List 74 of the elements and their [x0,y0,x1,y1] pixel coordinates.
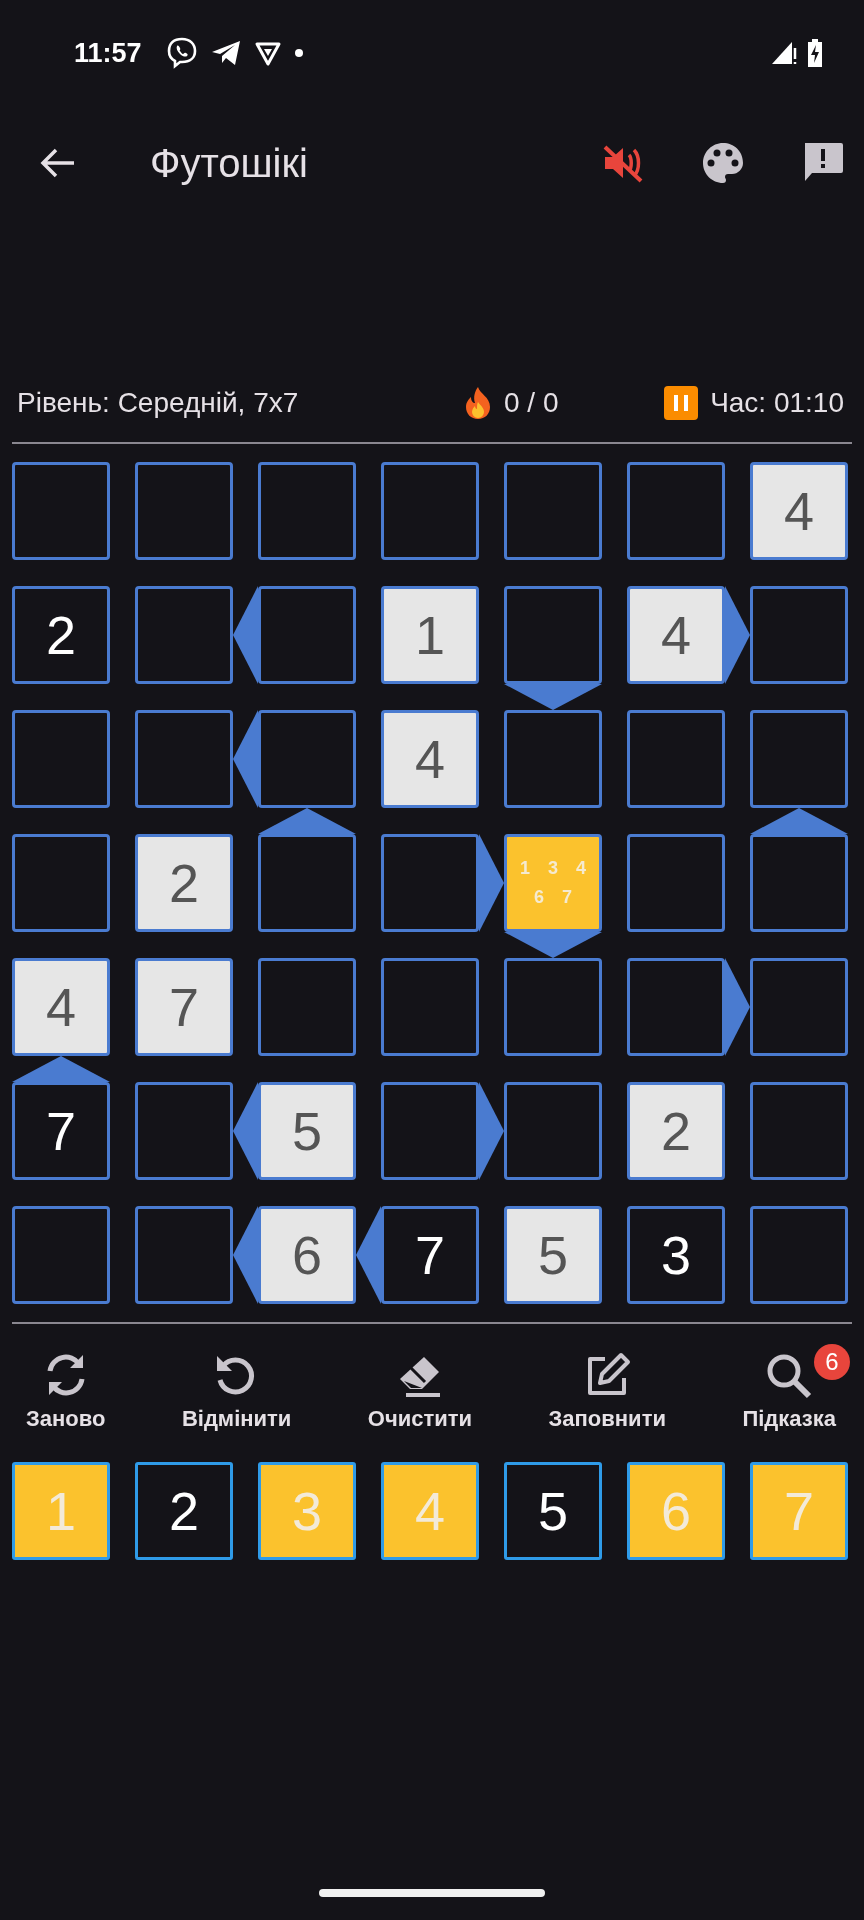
board-cell[interactable] [258,710,356,808]
board-cell[interactable] [381,834,479,932]
board-cell[interactable] [750,1206,848,1304]
search-icon [765,1352,814,1400]
board-cell[interactable]: 3 [627,1206,725,1304]
restart-button[interactable]: Заново [26,1352,106,1432]
number-key[interactable]: 2 [135,1462,233,1560]
pencil-mark: 6 [533,887,545,908]
board-cell[interactable] [381,1082,479,1180]
board-cell[interactable] [258,462,356,560]
palette-icon [701,141,745,185]
level-label: Рівень: Середній, 7x7 [17,387,299,419]
signal-icon [770,40,798,66]
board-cell[interactable] [504,462,602,560]
undo-button[interactable]: Відмінити [181,1352,292,1432]
board-cell[interactable]: 4 [12,958,110,1056]
pause-icon[interactable] [664,386,699,420]
screen-title: Футошікі [150,140,309,186]
board-cell[interactable]: 2 [135,834,233,932]
pencil-mark: 1 [519,858,531,879]
board-cell[interactable]: 2 [12,586,110,684]
status-time: 11:57 [74,37,142,69]
pencil-mark: 3 [547,858,559,879]
back-arrow-icon [40,147,76,179]
board-cell[interactable] [627,710,725,808]
erase-button[interactable]: Очистити [367,1352,473,1432]
number-key[interactable]: 5 [504,1462,602,1560]
board-cell[interactable] [750,958,848,1056]
board-cell[interactable]: 4 [750,462,848,560]
board-cell[interactable]: 7 [381,1206,479,1304]
board-cell[interactable]: 6 [258,1206,356,1304]
pencil-mark: 7 [561,887,573,908]
board-cell[interactable]: 7 [12,1082,110,1180]
board-cell[interactable]: 7 [135,958,233,1056]
timer-label: Час: 01:10 [710,387,844,419]
board-cell[interactable]: 5 [504,1206,602,1304]
board-cell[interactable] [750,1082,848,1180]
board-cell[interactable] [12,462,110,560]
board-cell[interactable] [12,710,110,808]
count-badge: 6 [814,1344,850,1380]
board-cell[interactable]: 4 [381,710,479,808]
board-cell[interactable] [381,958,479,1056]
board-cell[interactable] [750,834,848,932]
fill-button[interactable]: Заповнити [548,1352,666,1432]
board-cell[interactable]: 4 [627,586,725,684]
board-cell[interactable] [627,834,725,932]
board-cell[interactable] [258,958,356,1056]
board-cell[interactable] [135,1082,233,1180]
board-cell[interactable] [135,462,233,560]
board-cell[interactable] [258,834,356,932]
board-cell[interactable] [504,586,602,684]
board-cell[interactable] [258,586,356,684]
board-cell[interactable] [12,834,110,932]
board-cell[interactable] [381,462,479,560]
board-cell[interactable] [627,958,725,1056]
phone-bubble-icon [165,37,198,69]
board-cell[interactable] [750,710,848,808]
board-cell[interactable] [504,1082,602,1180]
board-cell[interactable] [135,710,233,808]
board-cell[interactable]: 1 [381,586,479,684]
board-cell[interactable] [627,462,725,560]
battery-icon [806,38,824,68]
dot-icon [293,48,304,58]
board-cell[interactable] [135,586,233,684]
board-cell[interactable] [135,1206,233,1304]
fire-icon [464,386,492,420]
board-cell[interactable] [504,958,602,1056]
board-cell[interactable]: 2 [627,1082,725,1180]
streak-count: 0 / 0 [504,387,559,419]
board-cell[interactable] [750,586,848,684]
board-cell[interactable] [504,710,602,808]
board-cell[interactable]: 5 [258,1082,356,1180]
board-cell[interactable] [12,1206,110,1304]
pencil-mark: 4 [575,858,587,879]
